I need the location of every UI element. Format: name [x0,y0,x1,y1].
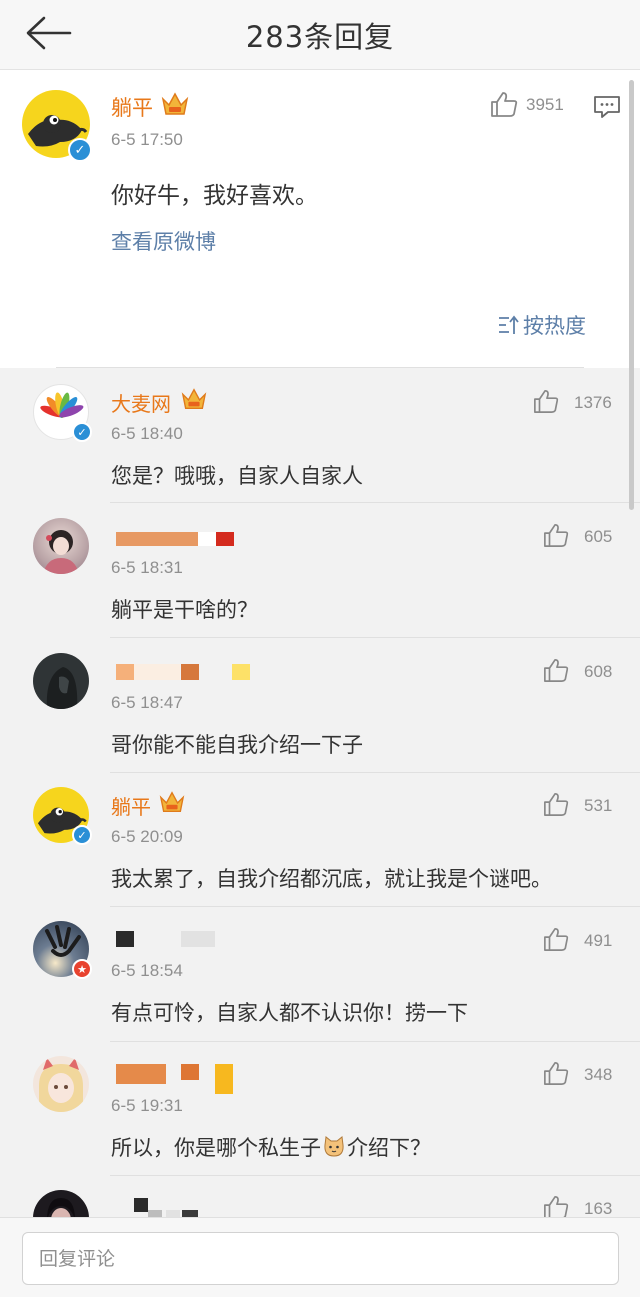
reply-text: 所以，你是哪个私生子 [111,1136,321,1160]
thumbs-up-icon[interactable] [542,791,570,817]
redacted-username [181,664,199,680]
verified-badge-icon: ✓ [72,422,92,442]
avatar[interactable]: ✓ [33,787,92,845]
thumbs-up-icon[interactable] [489,90,519,118]
crown-icon [181,388,207,409]
reply-time: 6-5 18:54 [111,961,183,980]
redacted-username [116,532,198,546]
redacted-username [198,532,216,546]
like-count: 348 [584,1065,613,1084]
reply-time: 6-5 18:31 [111,558,183,577]
divider [110,637,640,638]
like-count: 3951 [526,95,564,114]
redacted-username [134,1198,148,1212]
avatar[interactable] [33,653,89,709]
like-count: 491 [584,931,613,950]
avatar[interactable]: ✓ [33,384,92,442]
redacted-username [116,931,134,947]
comment-text: 你好牛，我好喜欢。 [111,183,318,209]
divider [110,906,640,907]
comment-username[interactable]: 躺平 [111,92,153,122]
redacted-username [181,1064,199,1080]
view-original-post-link[interactable]: 查看原微博 [111,226,216,256]
like-count: 163 [584,1199,613,1218]
main-comment: ✓ 躺平 6-5 17:50 3951 你好牛，我好喜欢。 查看原微博 按热度 [0,70,640,368]
reply-text-continued: 介绍下？ [347,1136,431,1160]
divider [110,502,640,503]
sort-icon [499,315,519,334]
comment-time: 6-5 17:50 [111,130,183,149]
reply-time: 6-5 18:47 [111,693,183,712]
reply-username[interactable]: 躺平 [111,791,151,820]
scrollbar[interactable] [629,80,634,510]
reply-time: 6-5 19:31 [111,1096,183,1115]
divider [56,367,584,368]
reply-text: 您是？哦哦，自家人自家人 [111,464,363,488]
comment-bubble-icon[interactable] [593,94,621,120]
like-count: 608 [584,662,613,681]
cat-emoji-icon [324,1136,344,1157]
avatar[interactable]: ✓ [22,90,92,162]
sort-by-hot-button[interactable]: 按热度 [497,310,586,340]
redacted-username [216,532,234,546]
avatar[interactable] [33,1056,89,1112]
redacted-username [134,664,180,680]
cat-ear-girl-icon [39,1058,83,1112]
verified-badge-icon: ✓ [68,138,92,162]
redacted-username [232,664,250,680]
divider [110,772,640,773]
reply-text: 躺平是干啥的？ [111,598,258,622]
thumbs-up-icon[interactable] [542,926,570,952]
redacted-username [215,1064,233,1094]
redacted-username [116,1064,166,1084]
divider [110,1041,640,1042]
reply-text-row: 所以，你是哪个私生子 介绍下？ [111,1132,431,1162]
thumbs-up-icon[interactable] [542,1060,570,1086]
redacted-username [181,931,215,947]
avatar[interactable]: ★ [33,921,92,979]
top-bar: 283条回复 [0,0,640,70]
like-count: 531 [584,796,613,815]
reply-input[interactable] [22,1232,619,1285]
page-title: 283条回复 [245,20,395,54]
crown-icon [159,791,185,812]
reply-time: 6-5 20:09 [111,827,183,846]
reply-text: 哥你能不能自我介绍一下子 [111,733,363,757]
like-count: 1376 [574,393,612,412]
verified-badge-icon: ★ [72,959,92,979]
hooded-figure-icon [46,667,78,709]
verified-badge-icon: ✓ [72,825,92,845]
crown-icon [161,92,189,115]
sort-label: 按热度 [523,314,586,338]
thumbs-up-icon[interactable] [542,657,570,683]
thumbs-up-icon[interactable] [542,522,570,548]
reply-text: 有点可怜，自家人都不认识你！捞一下 [111,1001,468,1025]
reply-text: 我太累了，自我介绍都沉底，就让我是个谜吧。 [111,867,552,891]
avatar[interactable] [33,518,89,574]
reply-bar [0,1217,640,1297]
reply-time: 6-5 18:40 [111,424,183,443]
divider [110,1175,640,1176]
anime-girl-icon [43,530,79,574]
thumbs-up-icon[interactable] [532,388,560,414]
reply-username[interactable]: 大麦网 [111,388,171,417]
like-count: 605 [584,527,613,546]
redacted-username [116,664,134,680]
